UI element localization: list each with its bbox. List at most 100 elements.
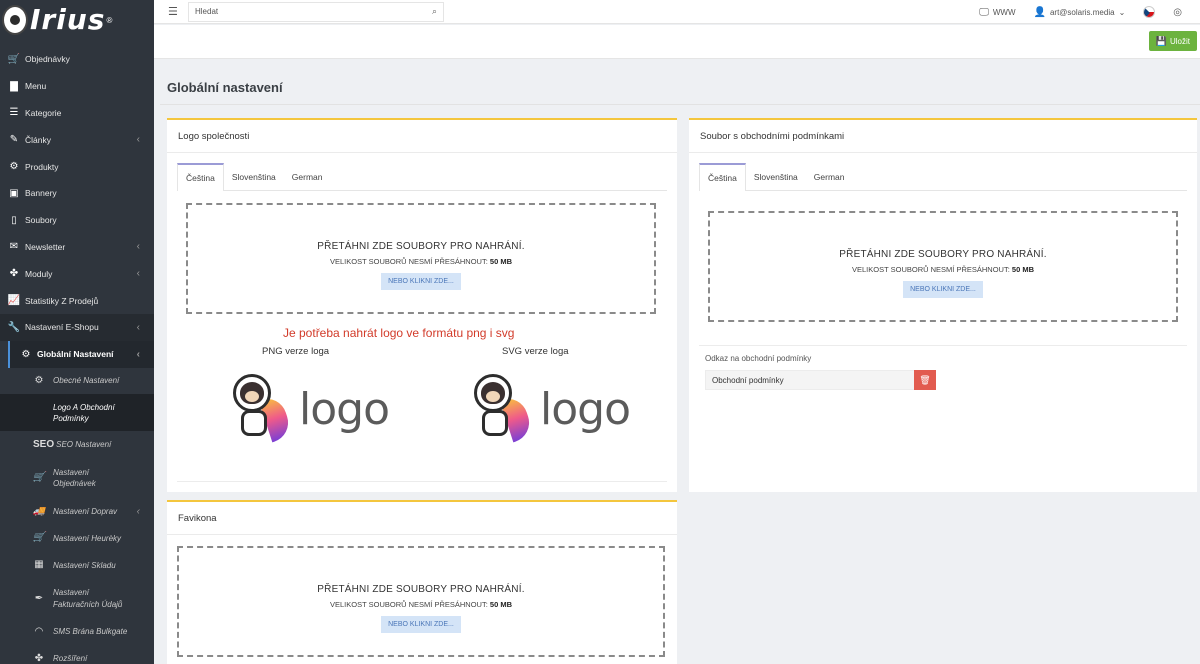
- sidebar-subitem-objednavky[interactable]: 🛒 Nastavení Objednávek: [0, 458, 154, 498]
- sidebar-item-statistiky[interactable]: 📈 Statistiky Z Prodejů: [0, 287, 154, 314]
- logo-dropzone[interactable]: PŘETÁHNI ZDE SOUBORY PRO NAHRÁNÍ. VELIKO…: [186, 203, 656, 314]
- logo-wordmark: logo: [299, 383, 390, 435]
- sidebar-item-label: Nastavení Skladu: [53, 560, 116, 570]
- size-limit-value: 50 MB: [489, 600, 512, 609]
- sidebar-subitem-sms[interactable]: ◠ SMS Brána Bulkgate: [0, 619, 154, 646]
- chevron-left-icon: ‹: [136, 134, 140, 146]
- sidebar-item-clanky[interactable]: ✎ Články ‹: [0, 126, 154, 153]
- file-icon: ▯: [11, 214, 17, 226]
- language-switcher[interactable]: [1143, 6, 1156, 18]
- sidebar-subitem-skladu[interactable]: ▦ Nastavení Skladu: [0, 552, 154, 579]
- sidebar-item-label: Obecné Nastavení: [53, 376, 120, 386]
- sidebar-item-soubory[interactable]: ▯ Soubory: [0, 207, 154, 234]
- sidebar-item-label: SMS Brána Bulkgate: [53, 627, 128, 637]
- sidebar-item-produkty[interactable]: ⚙ Produkty: [0, 153, 154, 180]
- sidebar-item-globalni-nastaveni[interactable]: ⚙ Globální Nastavení ‹: [8, 340, 154, 368]
- chart-icon: 📈: [7, 295, 21, 307]
- gear-icon: ⚙: [21, 348, 31, 360]
- sidebar-item-menu[interactable]: ▇ Menu: [0, 73, 154, 100]
- card-title: Favikona: [167, 502, 677, 535]
- sidebar-item-label: Nastavení Heurèky: [53, 533, 122, 543]
- browse-files-button[interactable]: NEBO KLIKNI ZDE...: [903, 281, 983, 298]
- logo-format-note: Je potřeba nahrát logo ve formátu png i …: [283, 326, 515, 340]
- sidebar-item-label: Produkty: [25, 161, 59, 172]
- terms-link-input[interactable]: [705, 370, 915, 390]
- terms-link-label: Odkaz na obchodní podmínky: [705, 354, 812, 363]
- cube-icon: ⚙: [9, 161, 19, 173]
- sidebar-item-newsletter[interactable]: ✉ Newsletter ‹: [0, 234, 154, 261]
- card-divider: [699, 345, 1187, 346]
- dropzone-title: PŘETÁHNI ZDE SOUBORY PRO NAHRÁNÍ.: [317, 241, 525, 252]
- chevron-left-icon: ‹: [136, 348, 140, 360]
- dropzone-size-limit: VELIKOST SOUBORŮ NESMÍ PŘESÁHNOUT: 50 MB: [179, 600, 663, 609]
- registered-mark: ®: [106, 15, 113, 25]
- chevron-left-icon: ‹: [136, 268, 140, 280]
- svg-logo-preview[interactable]: logo: [470, 374, 631, 444]
- chevron-left-icon: ‹: [136, 241, 140, 253]
- search-icon[interactable]: ⌕: [432, 6, 437, 17]
- blank-icon: [33, 407, 45, 419]
- dropzone-title: PŘETÁHNI ZDE SOUBORY PRO NAHRÁNÍ.: [317, 584, 525, 595]
- top-bar: ☰ ⌕ 🖵WWW 👤art@solaris.media⌄ ◎: [154, 0, 1200, 24]
- terms-dropzone[interactable]: PŘETÁHNI ZDE SOUBORY PRO NAHRÁNÍ. VELIKO…: [708, 211, 1178, 322]
- settings-button[interactable]: ◎: [1173, 7, 1186, 18]
- sidebar-item-label: Objednávky: [25, 54, 70, 65]
- sidebar-item-nastaveni-eshopu[interactable]: 🔧 Nastavení E-Shopu ‹: [0, 313, 154, 341]
- sidebar-subitem-dopravy[interactable]: 🚚 Nastavení Doprav ‹: [0, 498, 154, 525]
- puzzle-icon: ✤: [34, 652, 44, 664]
- sidebar-item-label: SEO Nastavení: [56, 440, 112, 450]
- www-label: WWW: [992, 7, 1016, 17]
- list-icon: ☰: [9, 107, 19, 119]
- search-input[interactable]: [195, 7, 432, 16]
- card-title: Logo společnosti: [167, 120, 677, 153]
- tab-german[interactable]: German: [806, 163, 853, 191]
- mascot-icon: [2, 5, 28, 35]
- tab-german[interactable]: German: [284, 163, 331, 191]
- browse-files-button[interactable]: NEBO KLIKNI ZDE...: [381, 616, 461, 633]
- save-button[interactable]: 💾 Uložit: [1148, 31, 1197, 51]
- sidebar-item-bannery[interactable]: ▣ Bannery: [0, 180, 154, 207]
- box-icon: ▦: [34, 559, 44, 571]
- png-logo-preview[interactable]: logo: [229, 374, 390, 444]
- gear-icon: ⚙: [34, 374, 44, 386]
- www-link[interactable]: 🖵 WWW: [979, 7, 1015, 18]
- monitor-icon: 🖵: [979, 6, 989, 18]
- sidebar-subitem-logo-podminky[interactable]: Logo A Obchodní Podmínky: [0, 394, 154, 432]
- sidebar-subitem-heureky[interactable]: 🛒 Nastavení Heurèky: [0, 525, 154, 552]
- astronaut-dog-icon: [229, 374, 294, 444]
- feather-icon: ✒: [34, 592, 44, 604]
- page-title: Globální nastavení: [167, 80, 283, 95]
- sidebar-item-label: Nastavení Objednávek: [53, 467, 96, 489]
- action-bar: 💾 Uložit: [154, 25, 1200, 59]
- hamburger-menu-icon[interactable]: ☰: [168, 5, 178, 18]
- size-limit-text: VELIKOST SOUBORŮ NESMÍ PŘESÁHNOUT:: [330, 257, 490, 266]
- sidebar-item-objednavky[interactable]: 🛒 Objednávky: [0, 46, 154, 73]
- browse-files-button[interactable]: NEBO KLIKNI ZDE...: [381, 273, 461, 290]
- astronaut-dog-icon: [470, 374, 535, 444]
- favicon-dropzone[interactable]: PŘETÁHNI ZDE SOUBORY PRO NAHRÁNÍ. VELIKO…: [177, 546, 665, 657]
- sidebar-subitem-fakturace[interactable]: ✒ Nastavení Fakturačních Údajů: [0, 579, 154, 619]
- sidebar-item-label: Logo A Obchodní Podmínky: [53, 402, 115, 423]
- logo-wordmark: logo: [540, 383, 631, 435]
- user-menu[interactable]: 👤 art@solaris.media ⌄: [1034, 7, 1126, 18]
- sidebar-item-kategorie[interactable]: ☰ Kategorie: [0, 100, 154, 127]
- brand-logo[interactable]: Irius ®: [0, 0, 154, 40]
- sidebar-item-moduly[interactable]: ✤ Moduly ‹: [0, 260, 154, 287]
- czech-flag-icon: [1143, 6, 1156, 18]
- mail-icon: ✉: [9, 241, 19, 253]
- delete-link-button[interactable]: 🗑: [914, 370, 936, 390]
- sidebar-item-label: Newsletter: [25, 241, 66, 252]
- tab-cestina[interactable]: Čeština: [177, 163, 224, 191]
- signal-icon: ◠: [35, 625, 43, 637]
- sidebar-subitem-obecne[interactable]: ⚙ Obecné Nastavení: [0, 368, 154, 395]
- tab-slovenstina[interactable]: Slovenština: [746, 163, 806, 191]
- sidebar-subitem-seo[interactable]: SEO SEO Nastavení: [0, 431, 154, 458]
- power-icon: ◎: [1173, 6, 1182, 18]
- title-divider: [160, 104, 1200, 105]
- size-limit-value: 50 MB: [489, 257, 512, 266]
- tab-cestina[interactable]: Čeština: [699, 163, 746, 191]
- sidebar-subitem-rozsireni[interactable]: ✤ Rozšíření: [0, 645, 154, 664]
- brand-name: Irius: [30, 3, 106, 36]
- sidebar-item-label: Menu: [25, 81, 47, 92]
- tab-slovenstina[interactable]: Slovenština: [224, 163, 284, 191]
